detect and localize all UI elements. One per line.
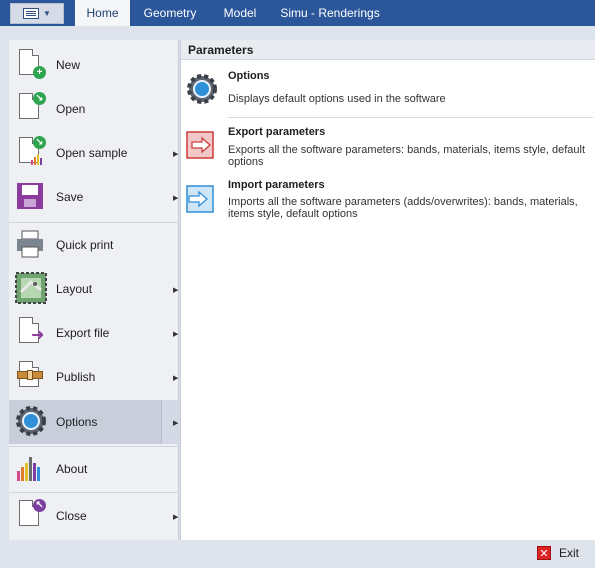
chevron-down-icon: ▼ bbox=[43, 9, 51, 18]
export-file-icon: ➜ bbox=[15, 315, 45, 349]
import-parameters-item[interactable]: Import parameters Imports all the softwa… bbox=[181, 175, 595, 231]
tab-simu-renderings[interactable]: Simu - Renderings bbox=[274, 0, 386, 26]
submenu-arrow-icon: ▶ bbox=[173, 375, 179, 382]
menu-item-label: New bbox=[56, 58, 81, 72]
item-title: Import parameters bbox=[228, 179, 325, 191]
backstage-menu: + New ↘ Open ↘ Open sample ▶ Save ▶ Quic… bbox=[9, 40, 187, 540]
item-title: Export parameters bbox=[228, 126, 326, 138]
menu-item-label: Save bbox=[56, 190, 84, 204]
submenu-arrow-icon: ▶ bbox=[173, 287, 179, 294]
menu-item-label: Export file bbox=[56, 326, 110, 340]
close-file-icon: ↖ bbox=[15, 498, 46, 532]
menu-item-about[interactable]: About bbox=[9, 447, 179, 491]
menu-item-label: Layout bbox=[56, 282, 93, 296]
item-description: Displays default options used in the sof… bbox=[228, 93, 446, 105]
submenu-arrow-icon: ▶ bbox=[173, 420, 179, 427]
menu-item-save[interactable]: Save ▶ bbox=[9, 175, 179, 219]
menu-item-open[interactable]: ↘ Open bbox=[9, 87, 179, 131]
gear-icon bbox=[186, 73, 218, 108]
menu-item-new[interactable]: + New bbox=[9, 43, 179, 87]
ribbon-bar: ▼ Home Geometry Model Simu - Renderings bbox=[0, 0, 595, 26]
menu-item-open-sample[interactable]: ↘ Open sample ▶ bbox=[9, 131, 179, 175]
footer-bar: ✕ Exit bbox=[0, 540, 595, 568]
tab-home[interactable]: Home bbox=[75, 0, 130, 26]
menu-item-label: Open bbox=[56, 102, 86, 116]
submenu-arrow-icon: ▶ bbox=[173, 151, 179, 158]
panel-header: Parameters bbox=[181, 40, 595, 60]
options-gear-icon bbox=[15, 405, 46, 439]
bar-chart-icon bbox=[31, 154, 42, 165]
parameters-panel: Parameters Options Displays default opti… bbox=[180, 40, 595, 540]
application-menu-button[interactable]: ▼ bbox=[10, 3, 64, 24]
submenu-arrow-icon: ▶ bbox=[173, 514, 179, 521]
exit-label: Exit bbox=[559, 546, 580, 560]
layout-icon bbox=[15, 272, 47, 306]
printer-icon bbox=[15, 229, 45, 263]
new-file-icon: + bbox=[15, 47, 46, 81]
menu-item-quick-print[interactable]: Quick print bbox=[9, 223, 179, 267]
export-parameters-item[interactable]: Export parameters Exports all the softwa… bbox=[181, 121, 595, 173]
menu-item-label: Open sample bbox=[56, 146, 128, 160]
open-sample-icon: ↘ bbox=[15, 135, 46, 169]
publish-icon bbox=[15, 359, 45, 393]
import-arrow-icon bbox=[186, 185, 214, 216]
menu-item-export-file[interactable]: ➜ Export file ▶ bbox=[9, 311, 179, 355]
menu-item-options[interactable]: Options ▶ bbox=[9, 400, 187, 444]
tab-model[interactable]: Model bbox=[212, 0, 268, 26]
item-separator bbox=[228, 117, 593, 118]
item-title: Options bbox=[228, 70, 270, 82]
menu-item-layout[interactable]: Layout ▶ bbox=[9, 267, 179, 311]
menu-item-label: Quick print bbox=[56, 238, 114, 252]
options-item[interactable]: Options Displays default options used in… bbox=[181, 64, 595, 112]
about-icon bbox=[15, 453, 45, 487]
menu-item-label: Close bbox=[56, 509, 87, 523]
submenu-arrow-icon: ▶ bbox=[173, 331, 179, 338]
document-icon bbox=[23, 8, 40, 19]
item-description: Exports all the software parameters: ban… bbox=[228, 144, 586, 168]
exit-button[interactable]: ✕ Exit bbox=[537, 546, 579, 560]
save-icon bbox=[15, 181, 45, 215]
tab-geometry[interactable]: Geometry bbox=[136, 0, 204, 26]
submenu-arrow-icon: ▶ bbox=[173, 195, 179, 202]
menu-item-publish[interactable]: Publish ▶ bbox=[9, 355, 179, 399]
menu-item-label: About bbox=[56, 462, 88, 476]
exit-icon: ✕ bbox=[537, 546, 551, 560]
menu-item-close[interactable]: ↖ Close ▶ bbox=[9, 494, 179, 538]
menu-separator bbox=[9, 492, 179, 493]
menu-item-label: Options bbox=[56, 415, 98, 429]
item-description: Imports all the software parameters (add… bbox=[228, 196, 578, 220]
export-arrow-icon bbox=[186, 131, 214, 162]
menu-item-label: Publish bbox=[56, 370, 96, 384]
open-file-icon: ↘ bbox=[15, 91, 46, 125]
